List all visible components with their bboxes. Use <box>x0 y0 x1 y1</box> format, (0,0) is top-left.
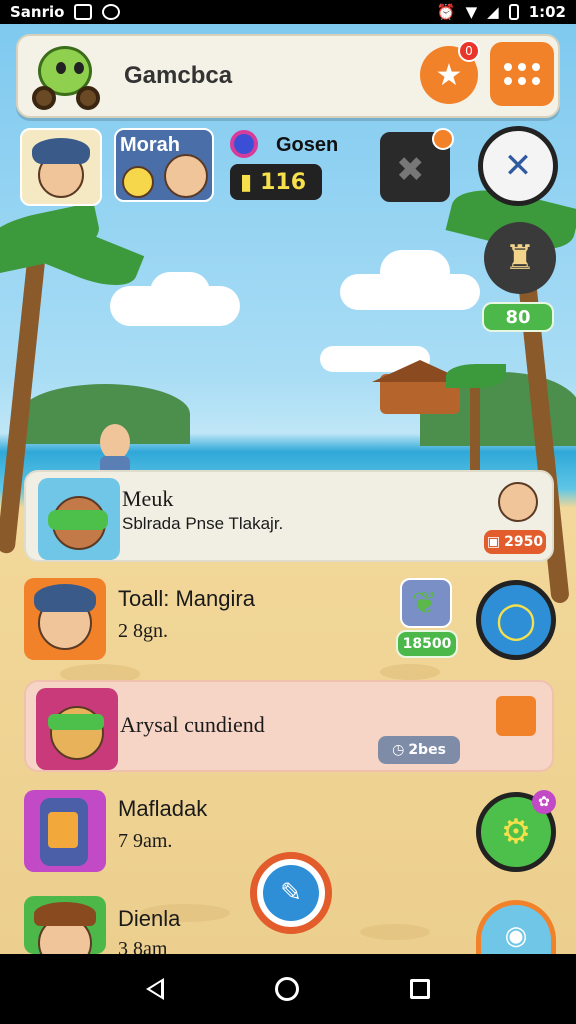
cloud <box>150 272 210 312</box>
sand-spot <box>360 924 430 940</box>
compass-button[interactable]: ✕ <box>478 126 558 206</box>
avatar <box>24 790 106 872</box>
list-item[interactable]: Arysal cundiend ◷ 2bes <box>24 680 554 772</box>
brush-icon: ✎ <box>280 878 302 908</box>
item-subtitle: 3 8am <box>118 938 168 954</box>
wifi-icon: ▼ <box>465 3 478 21</box>
flag-icon: ▮ <box>240 169 253 195</box>
cat-icon: ◉ <box>504 920 528 951</box>
palm-tree <box>470 374 480 474</box>
value-label: 2bes <box>408 742 446 758</box>
gift-icon <box>496 696 536 736</box>
item-title: Toall: Mangira <box>118 586 255 611</box>
item-subtitle: Sblrada Pnse Tlakajr. <box>122 514 284 533</box>
mini-avatar <box>498 482 538 522</box>
timer-badge <box>432 128 454 150</box>
avatar <box>24 896 106 954</box>
ring-icon: ◯ <box>495 599 537 641</box>
leaf-icon: ❦ <box>412 586 438 621</box>
alarm-icon: ⏰ <box>436 3 456 21</box>
value-chip: ▣ 2950 <box>484 530 546 554</box>
back-icon[interactable] <box>145 978 164 1000</box>
list-item[interactable]: Meuk Sblrada Pnse Tlakajr. ▣ 2950 <box>24 470 554 562</box>
palm-leaf <box>446 364 506 388</box>
castle-icon: ♜ <box>504 238 536 278</box>
player-avatar-tile[interactable] <box>20 128 102 206</box>
value-chip: ◷ 2bes <box>378 736 460 764</box>
player-one-tile[interactable]: Morah <box>114 128 214 202</box>
score-chip: ▮ 116 <box>230 164 322 200</box>
level-pill: 80 <box>482 302 554 332</box>
item-subtitle: 7 9am. <box>118 830 173 852</box>
home-icon[interactable] <box>274 977 299 1001</box>
item-subtitle: 2 8gn. <box>118 620 168 642</box>
player-two-name: Gosen <box>276 134 339 156</box>
system-nav-bar <box>0 954 576 1024</box>
item-thumbnail: ❦ <box>400 578 452 628</box>
game-logo <box>28 40 104 112</box>
coin-icon: ▣ <box>486 534 501 550</box>
item-title: Dienla <box>118 906 181 931</box>
item-title: Mafladak <box>118 796 208 821</box>
action-button[interactable]: ◯ <box>476 580 556 660</box>
character-head <box>100 424 130 460</box>
value-chip: 18500 <box>396 630 458 658</box>
item-title: Meuk <box>122 486 174 511</box>
menu-grid-button[interactable] <box>490 42 554 106</box>
castle-button[interactable]: ♜ <box>484 222 556 294</box>
star-icon: ★ <box>435 57 463 93</box>
signal-icon: ◢ <box>487 3 499 21</box>
app-notification-icon <box>74 4 93 20</box>
compass-icon: ✕ <box>503 146 533 186</box>
carrier-label: Sanrio <box>10 3 65 21</box>
clock-label: 1:02 <box>528 3 566 21</box>
clock-icon: ◷ <box>392 742 405 758</box>
status-bar: Sanrio ⏰ ▼ ◢ 1:02 <box>0 0 576 24</box>
avatar <box>24 578 106 660</box>
recent-apps-icon[interactable] <box>410 979 431 999</box>
avatar <box>38 478 120 560</box>
paint-brush-button[interactable]: ✎ <box>250 852 332 934</box>
gear-icon: ⚙ <box>500 812 532 852</box>
sync-icon <box>102 4 121 20</box>
avatar <box>36 688 118 770</box>
value-label: 2950 <box>504 534 544 550</box>
flower-icon: ✿ <box>532 790 556 814</box>
battery-icon <box>508 4 519 20</box>
target-icon <box>230 130 258 158</box>
item-title: Arysal cundiend <box>120 712 265 737</box>
fish-icon: ✖ <box>396 150 425 190</box>
score-value: 116 <box>260 169 307 195</box>
app-title: Gamcbca <box>124 62 233 89</box>
notification-badge: 0 <box>458 40 480 62</box>
cloud <box>380 250 450 294</box>
player-one-name: Morah <box>120 134 180 156</box>
sand-spot <box>380 664 440 680</box>
